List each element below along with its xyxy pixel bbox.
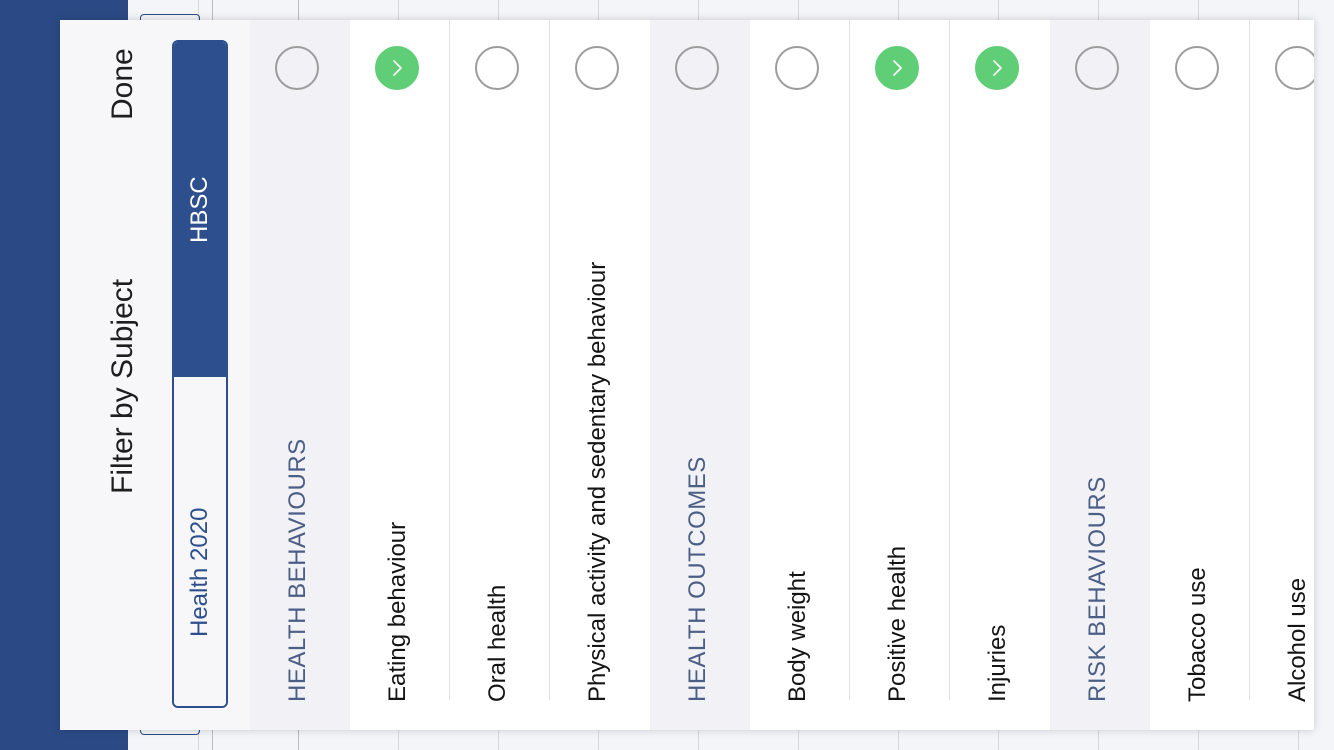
subject-row[interactable]: Injuries	[950, 20, 1050, 730]
filter-sheet: Done Filter by Subject HBSC Health 2020 …	[60, 20, 1314, 730]
unchecked-circle-icon[interactable]	[1175, 46, 1219, 90]
subject-label: Eating behaviour	[384, 521, 411, 702]
subject-row[interactable]: Body weight	[750, 20, 850, 730]
subject-row[interactable]: Positive health	[850, 20, 950, 730]
checkmark-icon[interactable]	[975, 46, 1019, 90]
subject-row[interactable]: Physical activity and sedentary behaviou…	[550, 20, 650, 730]
subject-label: Tobacco use	[1184, 567, 1211, 702]
subject-row[interactable]: Alcohol use	[1250, 20, 1314, 730]
subject-label: Body weight	[784, 571, 811, 702]
unchecked-circle-icon[interactable]	[1075, 46, 1119, 90]
source-segmented-control: HBSC Health 2020	[172, 40, 228, 708]
sheet-title-text: Filter by Subject	[106, 278, 139, 494]
done-button[interactable]: Done	[106, 48, 146, 210]
unchecked-circle-icon[interactable]	[575, 46, 619, 90]
subject-label: Positive health	[884, 545, 911, 702]
subject-row[interactable]: Tobacco use	[1150, 20, 1250, 730]
subject-label: Alcohol use	[1284, 577, 1311, 702]
unchecked-circle-icon[interactable]	[675, 46, 719, 90]
subject-label: Physical activity and sedentary behaviou…	[584, 261, 611, 702]
done-label: Done	[106, 48, 139, 120]
unchecked-circle-icon[interactable]	[275, 46, 319, 90]
segment-health-2020-label: Health 2020	[186, 507, 213, 637]
segment-hbsc[interactable]: HBSC	[174, 42, 226, 377]
unchecked-circle-icon[interactable]	[475, 46, 519, 90]
checkmark-icon[interactable]	[875, 46, 919, 90]
section-row[interactable]: RISK BEHAVIOURS	[1050, 20, 1150, 730]
checkmark-icon[interactable]	[375, 46, 419, 90]
unchecked-circle-icon[interactable]	[1275, 46, 1314, 90]
subject-label: Oral health	[484, 584, 511, 702]
section-header-label: HEALTH OUTCOMES	[684, 456, 711, 702]
segment-health-2020[interactable]: Health 2020	[174, 377, 226, 706]
section-header-label: HEALTH BEHAVIOURS	[284, 438, 311, 702]
subject-row[interactable]: Oral health	[450, 20, 550, 730]
subject-list: HEALTH BEHAVIOURS Eating behaviour Oral he…	[250, 20, 1314, 730]
unchecked-circle-icon[interactable]	[775, 46, 819, 90]
sheet-title: Filter by Subject	[106, 279, 146, 730]
section-header-label: RISK BEHAVIOURS	[1084, 476, 1111, 702]
subject-label: Injuries	[984, 624, 1011, 702]
section-row[interactable]: HEALTH OUTCOMES	[650, 20, 750, 730]
segment-hbsc-label: HBSC	[186, 176, 213, 243]
section-row[interactable]: HEALTH BEHAVIOURS	[250, 20, 350, 730]
sheet-header: Done Filter by Subject HBSC Health 2020	[60, 20, 250, 730]
subject-row[interactable]: Eating behaviour	[350, 20, 450, 730]
